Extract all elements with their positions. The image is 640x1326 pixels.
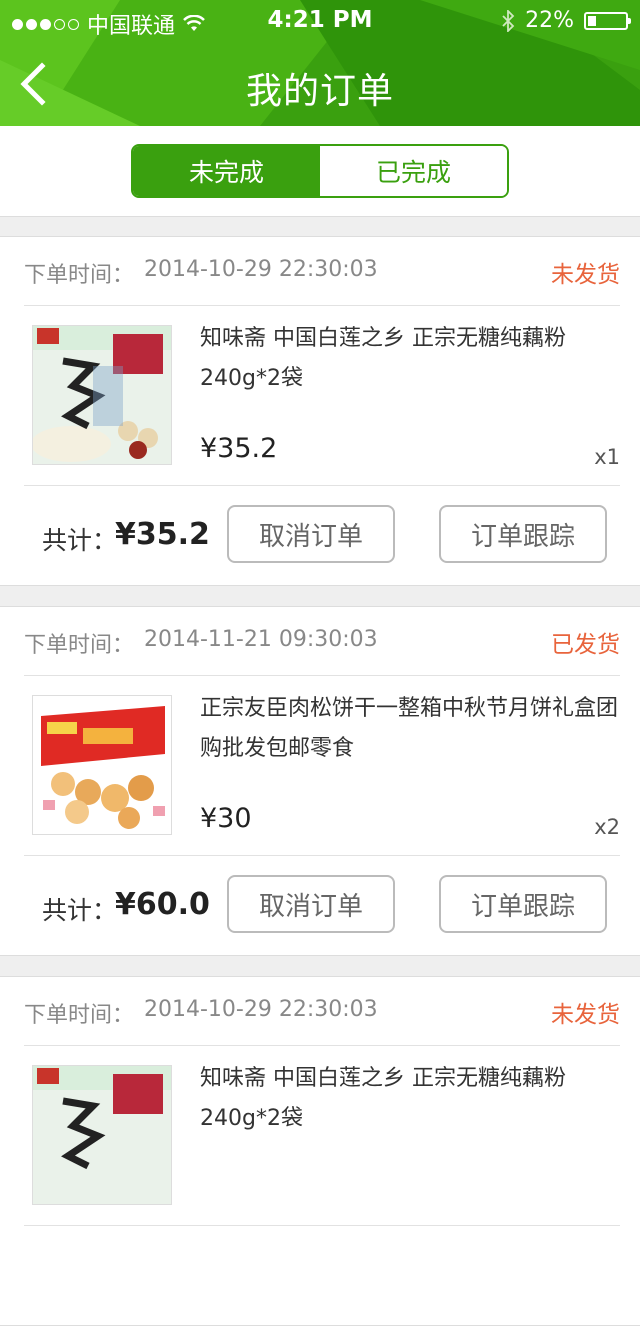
order-total-label: 共计： [42,526,118,555]
cancel-order-button[interactable]: 取消订单 [227,505,395,563]
order-card[interactable]: 下单时间： 2014-10-29 22:30:03 未发货 知味斋 中国白莲之乡… [0,236,640,586]
order-total: ¥35.2 [115,517,210,552]
product-price: ¥35.2 [200,433,278,464]
tab-incomplete[interactable]: 未完成 [133,146,320,196]
order-status: 未发货 [551,262,620,288]
order-header: 下单时间： 2014-11-21 09:30:03 已发货 [24,607,620,676]
order-item[interactable]: 知味斋 中国白莲之乡 正宗无糖纯藕粉240g*2袋 ¥35.2 x1 [24,305,620,486]
product-name: 知味斋 中国白莲之乡 正宗无糖纯藕粉240g*2袋 [200,326,566,391]
battery-percent: 22% [525,8,574,33]
order-footer: 共计： ¥35.2 取消订单 订单跟踪 [0,485,640,585]
product-quantity: x1 [594,445,620,469]
product-price: ¥30 [200,803,252,834]
tab-bar: 未完成 已完成 [0,126,640,217]
order-time-label: 下单时间： [24,1003,135,1028]
page-title: 我的订单 [245,71,394,112]
order-header: 下单时间： 2014-10-29 22:30:03 未发货 [24,237,620,306]
order-time-label: 下单时间： [24,263,135,288]
product-image [32,325,172,465]
order-status: 未发货 [551,1002,620,1028]
order-total: ¥60.0 [115,887,210,922]
product-image [32,695,172,835]
segmented-control: 未完成 已完成 [131,144,509,198]
battery-icon [584,11,631,30]
order-card[interactable]: 下单时间： 2014-11-21 09:30:03 已发货 正宗友臣肉松饼干一整… [0,606,640,956]
tab-completed[interactable]: 已完成 [320,146,507,196]
cancel-order-button[interactable]: 取消订单 [227,875,395,933]
order-time: 2014-10-29 22:30:03 [144,257,378,282]
product-image [32,1065,172,1205]
order-total-label: 共计： [42,896,118,925]
order-status: 已发货 [551,632,620,658]
product-name: 正宗友臣肉松饼干一整箱中秋节月饼礼盒团购批发包邮零食 [200,696,619,761]
product-quantity: x2 [594,815,620,839]
track-order-button[interactable]: 订单跟踪 [439,875,607,933]
order-card[interactable]: 下单时间： 2014-10-29 22:30:03 未发货 知味斋 中国白莲之乡… [0,976,640,1326]
order-time-label: 下单时间： [24,633,135,658]
order-time: 2014-10-29 22:30:03 [144,997,378,1022]
status-bar: 中国联通 4:21 PM 22% [0,0,640,40]
product-name: 知味斋 中国白莲之乡 正宗无糖纯藕粉240g*2袋 [200,1066,566,1131]
order-item[interactable]: 正宗友臣肉松饼干一整箱中秋节月饼礼盒团购批发包邮零食 ¥30 x2 [24,675,620,856]
nav-header: 中国联通 4:21 PM 22% 我的订单 [0,0,640,126]
track-order-button[interactable]: 订单跟踪 [439,505,607,563]
order-footer: 共计： ¥60.0 取消订单 订单跟踪 [0,855,640,955]
order-header: 下单时间： 2014-10-29 22:30:03 未发货 [24,977,620,1046]
bluetooth-icon [502,9,515,32]
order-time: 2014-11-21 09:30:03 [144,627,378,652]
